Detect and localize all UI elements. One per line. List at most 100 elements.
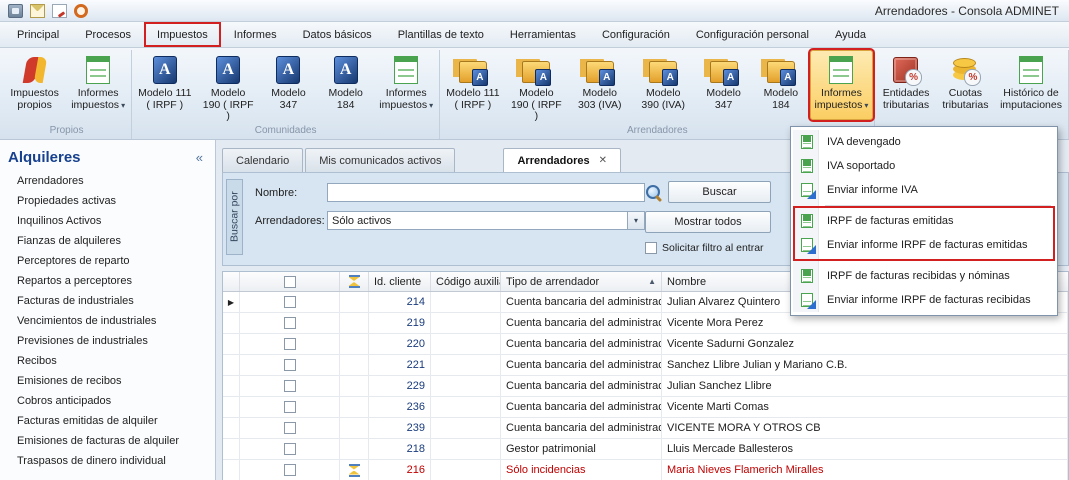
menubar-item[interactable]: Datos básicos xyxy=(290,22,385,47)
ribbon-button[interactable]: Modelo 347 xyxy=(260,50,317,120)
menubar-item[interactable]: Principal xyxy=(4,22,72,47)
report-icon xyxy=(799,292,816,309)
row-checkbox[interactable] xyxy=(283,338,296,350)
incident-column-header[interactable] xyxy=(340,272,369,291)
collapse-sidebar-icon[interactable]: « xyxy=(196,150,203,165)
tab[interactable]: Arrendadores ✕ xyxy=(503,148,622,172)
menubar-item[interactable]: Configuración personal xyxy=(683,22,822,47)
sidebar-item[interactable]: Vencimientos de industriales xyxy=(0,311,215,331)
close-tab-icon[interactable]: ✕ xyxy=(599,155,607,166)
sidebar-item[interactable]: Repartos a perceptores xyxy=(0,271,215,291)
ribbon-button[interactable]: Impuestos propios xyxy=(3,50,66,120)
header-checkbox[interactable] xyxy=(283,275,296,288)
ribbon-button[interactable]: Modelo 303 (IVA) xyxy=(568,50,631,120)
column-header-type[interactable]: Tipo de arrendador ▲ xyxy=(501,272,662,291)
cell-name: Vicente Mora Perez xyxy=(662,313,1068,333)
grid-row[interactable]: 220 Cuenta bancaria del administrador Vi… xyxy=(223,334,1068,355)
ribbon-button[interactable]: Modelo 390 (IVA) xyxy=(632,50,695,120)
menu-item[interactable]: Enviar informe IRPF de facturas emitidas xyxy=(793,233,1055,257)
row-checkbox[interactable] xyxy=(283,296,296,308)
ribbon-button[interactable]: Modelo 111 ( IRPF ) xyxy=(441,50,504,120)
search-by-vertical-tab[interactable]: Buscar por xyxy=(226,179,243,255)
cell-type: Cuenta bancaria del administrador xyxy=(501,313,662,333)
mail-icon[interactable] xyxy=(30,3,45,18)
grid-row[interactable]: 219 Cuenta bancaria del administrador Vi… xyxy=(223,313,1068,334)
menu-item[interactable]: IVA soportado xyxy=(793,154,1055,178)
grid-row[interactable]: 239 Cuenta bancaria del administrador VI… xyxy=(223,418,1068,439)
menubar-item[interactable]: Ayuda xyxy=(822,22,879,47)
ribbon-button[interactable]: Modelo 190 ( IRPF ) xyxy=(196,50,259,122)
ribbon-button[interactable]: Modelo 347 xyxy=(695,50,752,120)
cell-name: Vicente Marti Comas xyxy=(662,397,1068,417)
name-input[interactable] xyxy=(327,183,645,202)
edit-icon[interactable] xyxy=(52,3,67,18)
ribbon-button-icon xyxy=(390,54,422,86)
menubar-item[interactable]: Configuración xyxy=(589,22,683,47)
menu-item[interactable]: Enviar informe IRPF de facturas recibida… xyxy=(793,288,1055,312)
grid-row[interactable]: 221 Cuenta bancaria del administrador Sa… xyxy=(223,355,1068,376)
sidebar-item[interactable]: Arrendadores xyxy=(0,171,215,191)
quick-access-toolbar xyxy=(8,3,88,18)
column-header-id[interactable]: Id. cliente xyxy=(369,272,431,291)
tab[interactable]: Mis comunicados activos xyxy=(305,148,456,172)
row-checkbox[interactable] xyxy=(283,422,296,434)
landlords-select-value: Sólo activos xyxy=(332,214,392,227)
sidebar-item[interactable]: Traspasos de dinero individual xyxy=(0,451,215,471)
sidebar-item[interactable]: Fianzas de alquileres xyxy=(0,231,215,251)
ribbon-button[interactable]: Modelo 190 ( IRPF ) xyxy=(505,50,568,122)
ribbon-button[interactable]: Informes impuestos ▾ xyxy=(374,50,438,120)
sidebar-item[interactable]: Emisiones de facturas de alquiler xyxy=(0,431,215,451)
menubar-item[interactable]: Procesos xyxy=(72,22,144,47)
tab[interactable]: Calendario xyxy=(222,148,304,172)
menu-item[interactable]: IRPF de facturas recibidas y nóminas xyxy=(793,264,1055,288)
dropdown-arrow-icon: ▾ xyxy=(864,100,869,110)
sidebar-item[interactable]: Inquilinos Activos xyxy=(0,211,215,231)
menubar-item[interactable]: Herramientas xyxy=(497,22,589,47)
cell-aux xyxy=(431,439,501,459)
menubar-item[interactable]: Informes xyxy=(221,22,290,47)
informes-impuestos-menu: IVA devengado IVA soportado Enviar infor… xyxy=(790,126,1058,316)
row-checkbox[interactable] xyxy=(283,464,296,476)
row-checkbox[interactable] xyxy=(283,443,296,455)
sidebar-item[interactable]: Previsiones de industriales xyxy=(0,331,215,351)
ribbon-button[interactable]: Modelo 184 xyxy=(317,50,374,120)
ribbon-button[interactable]: Modelo 111 ( IRPF ) xyxy=(133,50,196,120)
grid-row[interactable]: 236 Cuenta bancaria del administrador Vi… xyxy=(223,397,1068,418)
ribbon-button[interactable]: Cuotas tributarias xyxy=(936,50,995,120)
menubar-item[interactable]: Impuestos xyxy=(144,22,221,47)
menu-item[interactable]: Enviar informe IVA xyxy=(793,178,1055,202)
app-icon[interactable] xyxy=(8,3,23,18)
landlords-select[interactable]: Sólo activos ▾ xyxy=(327,211,645,230)
grid-row[interactable]: 229 Cuenta bancaria del administrador Ju… xyxy=(223,376,1068,397)
sidebar-item[interactable]: Facturas de industriales xyxy=(0,291,215,311)
grid-row[interactable]: 216 Sólo incidencias Maria Nieves Flamer… xyxy=(223,460,1068,480)
filter-on-enter-checkbox[interactable] xyxy=(645,242,657,254)
menubar-item[interactable]: Plantillas de texto xyxy=(385,22,497,47)
search-button[interactable]: Buscar xyxy=(668,181,771,203)
sidebar-item[interactable]: Propiedades activas xyxy=(0,191,215,211)
sidebar-item[interactable]: Emisiones de recibos xyxy=(0,371,215,391)
ribbon-button[interactable]: Informes impuestos ▾ xyxy=(807,48,876,122)
ribbon-button[interactable]: Entidades tributarias xyxy=(876,50,935,120)
phone-icon[interactable] xyxy=(74,3,88,18)
row-checkbox[interactable] xyxy=(283,380,296,392)
row-checkbox[interactable] xyxy=(283,317,296,329)
select-dropdown-icon[interactable]: ▾ xyxy=(627,212,644,229)
row-checkbox[interactable] xyxy=(283,401,296,413)
menu-item[interactable]: IRPF de facturas emitidas xyxy=(793,209,1055,233)
ribbon-button[interactable]: Informes impuestos ▾ xyxy=(66,50,130,120)
column-header-aux[interactable]: Código auxiliar xyxy=(431,272,501,291)
row-checkbox[interactable] xyxy=(283,359,296,371)
sidebar-item[interactable]: Perceptores de reparto xyxy=(0,251,215,271)
menu-item[interactable]: IVA devengado xyxy=(793,130,1055,154)
ribbon-button[interactable]: Histórico de imputaciones xyxy=(995,50,1067,120)
sidebar-item[interactable]: Recibos xyxy=(0,351,215,371)
grid-row[interactable]: 218 Gestor patrimonial Lluis Mercade Bal… xyxy=(223,439,1068,460)
select-all-column-header[interactable] xyxy=(240,272,340,291)
search-icon xyxy=(645,184,662,201)
cell-name: Lluis Mercade Ballesteros xyxy=(662,439,1068,459)
ribbon-button[interactable]: Modelo 184 xyxy=(752,50,809,120)
sidebar-item[interactable]: Cobros anticipados xyxy=(0,391,215,411)
show-all-button[interactable]: Mostrar todos xyxy=(645,211,771,233)
sidebar-item[interactable]: Facturas emitidas de alquiler xyxy=(0,411,215,431)
